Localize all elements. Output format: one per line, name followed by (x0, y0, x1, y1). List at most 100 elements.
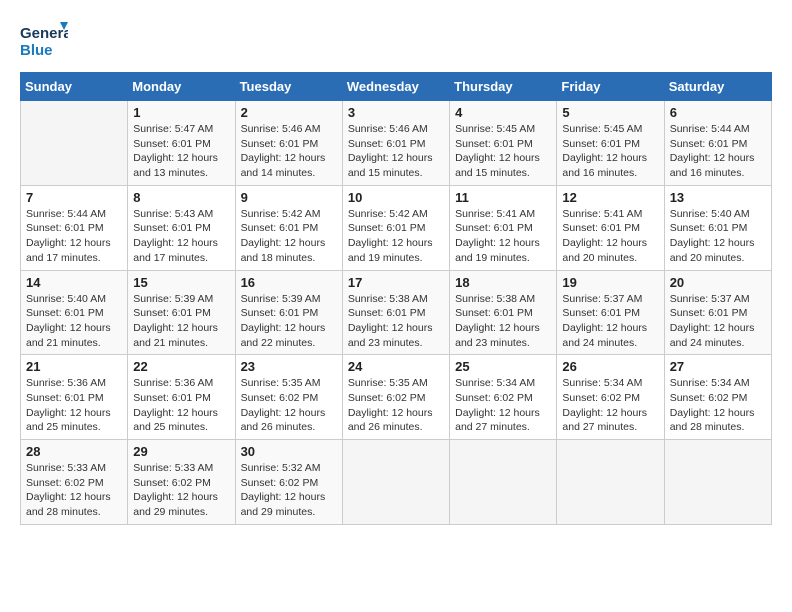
weekday-header-thursday: Thursday (450, 73, 557, 101)
calendar-cell: 16 Sunrise: 5:39 AM Sunset: 6:01 PM Dayli… (235, 270, 342, 355)
weekday-header-friday: Friday (557, 73, 664, 101)
day-number: 12 (562, 190, 658, 205)
calendar-cell: 9 Sunrise: 5:42 AM Sunset: 6:01 PM Daylig… (235, 185, 342, 270)
day-number: 25 (455, 359, 551, 374)
day-info: Sunrise: 5:42 AM Sunset: 6:01 PM Dayligh… (348, 207, 444, 266)
day-info: Sunrise: 5:35 AM Sunset: 6:02 PM Dayligh… (348, 376, 444, 435)
calendar-cell: 6 Sunrise: 5:44 AM Sunset: 6:01 PM Daylig… (664, 101, 771, 186)
weekday-header-wednesday: Wednesday (342, 73, 449, 101)
calendar-cell: 24 Sunrise: 5:35 AM Sunset: 6:02 PM Dayli… (342, 355, 449, 440)
day-number: 16 (241, 275, 337, 290)
day-number: 13 (670, 190, 766, 205)
day-number: 15 (133, 275, 229, 290)
weekday-header-saturday: Saturday (664, 73, 771, 101)
calendar-cell: 27 Sunrise: 5:34 AM Sunset: 6:02 PM Dayli… (664, 355, 771, 440)
day-number: 24 (348, 359, 444, 374)
calendar-cell: 25 Sunrise: 5:34 AM Sunset: 6:02 PM Dayli… (450, 355, 557, 440)
calendar-cell: 21 Sunrise: 5:36 AM Sunset: 6:01 PM Dayli… (21, 355, 128, 440)
day-number: 30 (241, 444, 337, 459)
calendar-cell: 3Sunrise: 5:46 AM Sunset: 6:01 PM Daylig… (342, 101, 449, 186)
calendar-cell (21, 101, 128, 186)
day-number: 17 (348, 275, 444, 290)
day-number: 19 (562, 275, 658, 290)
day-info: Sunrise: 5:34 AM Sunset: 6:02 PM Dayligh… (562, 376, 658, 435)
calendar-cell: 29 Sunrise: 5:33 AM Sunset: 6:02 PM Dayli… (128, 440, 235, 525)
day-info: Sunrise: 5:38 AM Sunset: 6:01 PM Dayligh… (348, 292, 444, 351)
calendar-cell: 23 Sunrise: 5:35 AM Sunset: 6:02 PM Dayli… (235, 355, 342, 440)
calendar-cell: 5Sunrise: 5:45 AM Sunset: 6:01 PM Daylig… (557, 101, 664, 186)
day-number: 27 (670, 359, 766, 374)
day-number: 14 (26, 275, 122, 290)
calendar-cell (664, 440, 771, 525)
day-info: Sunrise: 5:34 AM Sunset: 6:02 PM Dayligh… (670, 376, 766, 435)
calendar-cell: 26 Sunrise: 5:34 AM Sunset: 6:02 PM Dayli… (557, 355, 664, 440)
day-info: Sunrise: 5:37 AM Sunset: 6:01 PM Dayligh… (562, 292, 658, 351)
header: General Blue (20, 20, 772, 64)
calendar-cell: 18 Sunrise: 5:38 AM Sunset: 6:01 PM Dayli… (450, 270, 557, 355)
calendar-cell: 19 Sunrise: 5:37 AM Sunset: 6:01 PM Dayli… (557, 270, 664, 355)
day-number: 23 (241, 359, 337, 374)
calendar-cell: 2 Sunrise: 5:46 AM Sunset: 6:01 PM Daylig… (235, 101, 342, 186)
calendar-cell: 17 Sunrise: 5:38 AM Sunset: 6:01 PM Dayli… (342, 270, 449, 355)
calendar-cell: 14 Sunrise: 5:40 AM Sunset: 6:01 PM Dayli… (21, 270, 128, 355)
day-number: 6 (670, 105, 766, 120)
day-info: Sunrise: 5:46 AM Sunset: 6:01 PM Dayligh… (241, 122, 337, 181)
calendar-week-row: 1 Sunrise: 5:47 AM Sunset: 6:01 PM Daylig… (21, 101, 772, 186)
day-info: Sunrise: 5:42 AM Sunset: 6:01 PM Dayligh… (241, 207, 337, 266)
weekday-header-tuesday: Tuesday (235, 73, 342, 101)
day-info: Sunrise: 5:32 AM Sunset: 6:02 PM Dayligh… (241, 461, 337, 520)
day-info: Sunrise: 5:37 AM Sunset: 6:01 PM Dayligh… (670, 292, 766, 351)
day-info: Sunrise: 5:38 AM Sunset: 6:01 PM Dayligh… (455, 292, 551, 351)
calendar-cell: 1 Sunrise: 5:47 AM Sunset: 6:01 PM Daylig… (128, 101, 235, 186)
day-number: 20 (670, 275, 766, 290)
day-info: Sunrise: 5:46 AM Sunset: 6:01 PM Dayligh… (348, 122, 444, 181)
day-info: Sunrise: 5:36 AM Sunset: 6:01 PM Dayligh… (26, 376, 122, 435)
calendar-week-row: 21 Sunrise: 5:36 AM Sunset: 6:01 PM Dayli… (21, 355, 772, 440)
day-info: Sunrise: 5:35 AM Sunset: 6:02 PM Dayligh… (241, 376, 337, 435)
calendar-cell: 13Sunrise: 5:40 AM Sunset: 6:01 PM Dayli… (664, 185, 771, 270)
calendar-week-row: 14 Sunrise: 5:40 AM Sunset: 6:01 PM Dayli… (21, 270, 772, 355)
calendar-cell: 30 Sunrise: 5:32 AM Sunset: 6:02 PM Dayli… (235, 440, 342, 525)
calendar-cell (450, 440, 557, 525)
calendar-week-row: 28 Sunrise: 5:33 AM Sunset: 6:02 PM Dayli… (21, 440, 772, 525)
day-number: 21 (26, 359, 122, 374)
day-info: Sunrise: 5:41 AM Sunset: 6:01 PM Dayligh… (562, 207, 658, 266)
calendar-cell (557, 440, 664, 525)
logo-svg: General Blue (20, 20, 68, 64)
day-number: 4 (455, 105, 551, 120)
calendar-cell: 10Sunrise: 5:42 AM Sunset: 6:01 PM Dayli… (342, 185, 449, 270)
day-info: Sunrise: 5:39 AM Sunset: 6:01 PM Dayligh… (133, 292, 229, 351)
logo: General Blue (20, 20, 68, 64)
day-info: Sunrise: 5:44 AM Sunset: 6:01 PM Dayligh… (670, 122, 766, 181)
calendar-cell: 28 Sunrise: 5:33 AM Sunset: 6:02 PM Dayli… (21, 440, 128, 525)
day-number: 29 (133, 444, 229, 459)
day-info: Sunrise: 5:33 AM Sunset: 6:02 PM Dayligh… (133, 461, 229, 520)
day-info: Sunrise: 5:43 AM Sunset: 6:01 PM Dayligh… (133, 207, 229, 266)
weekday-header-monday: Monday (128, 73, 235, 101)
day-info: Sunrise: 5:36 AM Sunset: 6:01 PM Dayligh… (133, 376, 229, 435)
day-number: 2 (241, 105, 337, 120)
day-info: Sunrise: 5:39 AM Sunset: 6:01 PM Dayligh… (241, 292, 337, 351)
weekday-header-row: SundayMondayTuesdayWednesdayThursdayFrid… (21, 73, 772, 101)
day-info: Sunrise: 5:34 AM Sunset: 6:02 PM Dayligh… (455, 376, 551, 435)
day-number: 28 (26, 444, 122, 459)
day-info: Sunrise: 5:47 AM Sunset: 6:01 PM Dayligh… (133, 122, 229, 181)
day-info: Sunrise: 5:33 AM Sunset: 6:02 PM Dayligh… (26, 461, 122, 520)
calendar-week-row: 7Sunrise: 5:44 AM Sunset: 6:01 PM Daylig… (21, 185, 772, 270)
day-number: 22 (133, 359, 229, 374)
day-number: 8 (133, 190, 229, 205)
calendar-cell: 22 Sunrise: 5:36 AM Sunset: 6:01 PM Dayli… (128, 355, 235, 440)
day-number: 26 (562, 359, 658, 374)
day-number: 18 (455, 275, 551, 290)
day-number: 11 (455, 190, 551, 205)
day-number: 1 (133, 105, 229, 120)
calendar-cell: 12 Sunrise: 5:41 AM Sunset: 6:01 PM Dayli… (557, 185, 664, 270)
calendar-table: SundayMondayTuesdayWednesdayThursdayFrid… (20, 72, 772, 525)
calendar-cell (342, 440, 449, 525)
day-info: Sunrise: 5:45 AM Sunset: 6:01 PM Dayligh… (455, 122, 551, 181)
calendar-cell: 4 Sunrise: 5:45 AM Sunset: 6:01 PM Daylig… (450, 101, 557, 186)
svg-text:Blue: Blue (20, 42, 53, 59)
day-number: 9 (241, 190, 337, 205)
calendar-cell: 7Sunrise: 5:44 AM Sunset: 6:01 PM Daylig… (21, 185, 128, 270)
day-info: Sunrise: 5:40 AM Sunset: 6:01 PM Dayligh… (26, 292, 122, 351)
